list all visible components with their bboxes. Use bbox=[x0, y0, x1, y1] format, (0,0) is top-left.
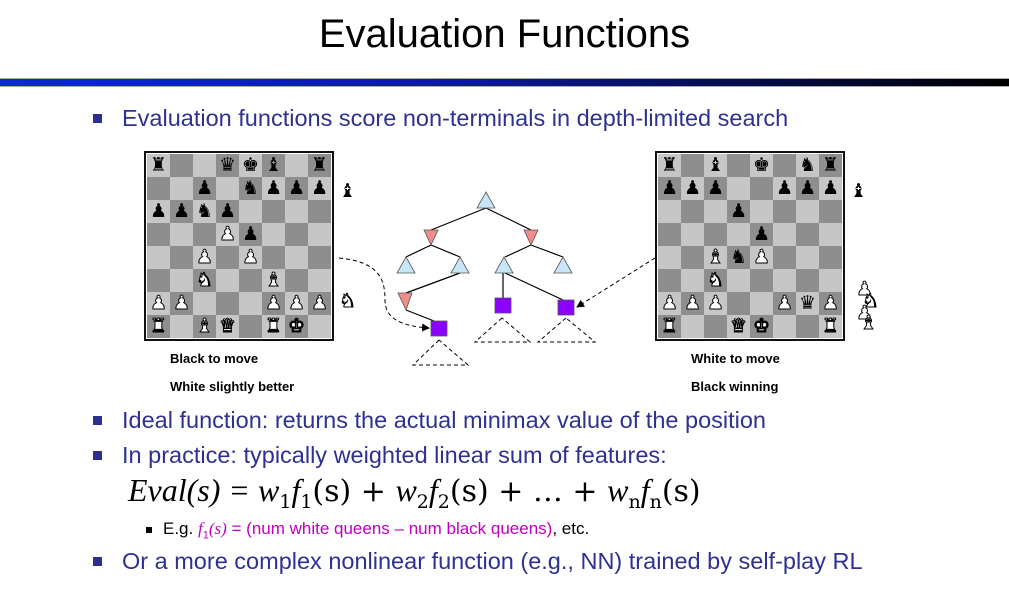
sub-suffix: , etc. bbox=[552, 519, 590, 538]
eq-w: w bbox=[395, 472, 417, 508]
max-node-icon bbox=[494, 256, 514, 274]
eq-sub: 2 bbox=[416, 491, 429, 513]
sub-bullet-text: E.g. f1(s) = (num white queens – num bla… bbox=[163, 519, 589, 541]
min-node-icon bbox=[523, 229, 539, 246]
eq-w: w bbox=[607, 472, 629, 508]
sub-bullet-icon bbox=[146, 527, 152, 533]
bullet-icon bbox=[93, 416, 102, 425]
eq-f: f bbox=[640, 472, 650, 508]
eq-lhs: Eval(s) = bbox=[128, 472, 258, 508]
eq-op: (s) + … + bbox=[449, 474, 608, 509]
eq-sub: 1 bbox=[300, 491, 313, 513]
subtree-icon bbox=[536, 317, 597, 343]
leaf-node-icon bbox=[430, 320, 448, 337]
subtree-icon bbox=[473, 317, 532, 343]
evaluation-equation: Eval(s) = w1f1(s) + w2f2(s) + … + wnfn(s… bbox=[128, 472, 701, 513]
dashed-arrow bbox=[576, 257, 656, 308]
eq-op: (s) + bbox=[312, 474, 396, 509]
eq-sub: 1 bbox=[279, 491, 292, 513]
max-node-icon bbox=[476, 191, 496, 209]
leaf-node-icon bbox=[557, 299, 575, 316]
eq-sub: n bbox=[628, 491, 641, 513]
eq-sub: n bbox=[649, 491, 662, 513]
subtree-icon bbox=[411, 339, 470, 366]
bullet-text-2: Ideal function: returns the actual minim… bbox=[122, 407, 767, 433]
bullet-text-3: In practice: typically weighted linear s… bbox=[122, 442, 667, 468]
slide: Evaluation Functions Evaluation function… bbox=[0, 0, 1009, 599]
eq-w: w bbox=[258, 472, 280, 508]
eq-sub: 2 bbox=[437, 491, 450, 513]
eq-arg: (s) bbox=[661, 474, 701, 509]
eq-f: f bbox=[291, 472, 301, 508]
max-node-icon bbox=[450, 256, 470, 274]
bullet-icon bbox=[93, 557, 102, 566]
max-node-icon bbox=[553, 256, 573, 274]
feature-arg: (s) bbox=[208, 519, 227, 538]
bullet-text-4: Or a more complex nonlinear function (e.… bbox=[122, 548, 863, 574]
eq-f: f bbox=[428, 472, 438, 508]
min-node-icon bbox=[397, 292, 413, 312]
min-node-icon bbox=[423, 229, 439, 246]
leaf-node-icon bbox=[494, 297, 512, 314]
feature-definition: = (num white queens – num black queens) bbox=[226, 519, 553, 538]
sub-prefix: E.g. bbox=[163, 519, 198, 538]
bullet-icon bbox=[93, 451, 102, 460]
tree-edges bbox=[405, 207, 564, 322]
dashed-arrow bbox=[338, 257, 430, 332]
max-node-icon bbox=[396, 256, 416, 274]
